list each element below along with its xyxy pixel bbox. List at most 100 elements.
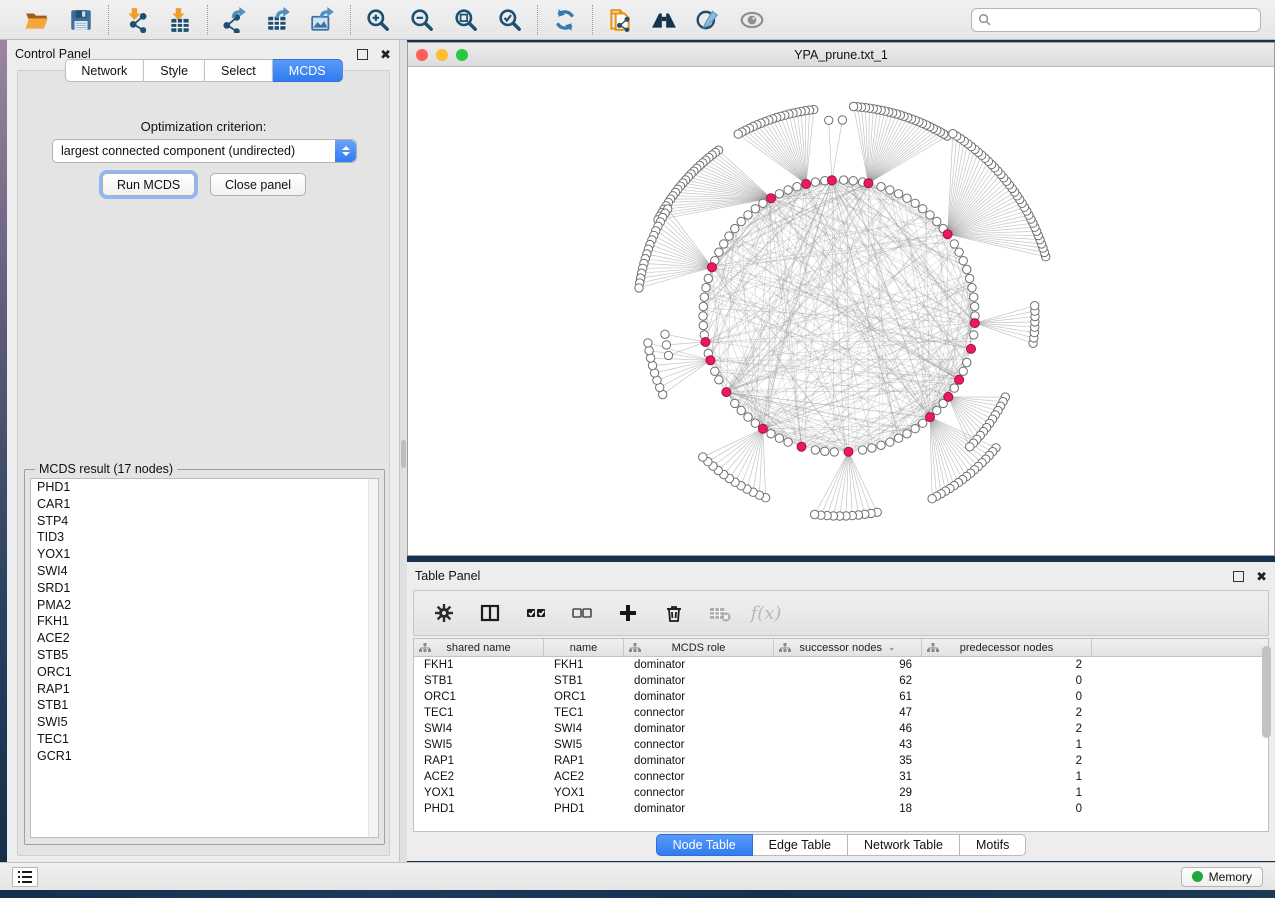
table-cell: YOX1 <box>414 787 544 799</box>
mcds-result-item[interactable]: SWI5 <box>31 714 378 731</box>
mcds-result-item[interactable]: STB1 <box>31 697 378 714</box>
column-header-MCDS-role[interactable]: MCDS role <box>624 639 774 656</box>
delete-table-icon[interactable] <box>708 601 732 625</box>
table-row[interactable]: STB1STB1dominator620 <box>414 673 1268 689</box>
table-row[interactable]: PHD1PHD1dominator180 <box>414 801 1268 817</box>
column-header-predecessor-nodes[interactable]: predecessor nodes <box>922 639 1092 656</box>
import-table-icon[interactable] <box>166 6 194 34</box>
network-graph-canvas[interactable] <box>408 67 1274 555</box>
mcds-result-scrollbar[interactable] <box>368 479 378 837</box>
column-tree-icon <box>629 643 641 653</box>
node-table[interactable]: shared namename MCDS role successor node… <box>413 638 1269 832</box>
table-cell: 2 <box>922 659 1092 671</box>
tab-node-table[interactable]: Node Table <box>656 834 753 856</box>
table-scrollbar[interactable] <box>1261 642 1272 828</box>
zoom-selected-icon[interactable] <box>496 6 524 34</box>
table-cell: SWI5 <box>414 739 544 751</box>
optimization-criterion-select[interactable]: largest connected component (undirected) <box>52 139 357 163</box>
tab-network[interactable]: Network <box>64 59 144 82</box>
search-input[interactable] <box>992 13 1254 27</box>
close-table-panel-icon[interactable]: ✖ <box>1256 570 1267 583</box>
table-row[interactable]: ORC1ORC1dominator610 <box>414 689 1268 705</box>
function-builder-icon[interactable]: f(x) <box>754 601 778 625</box>
mcds-result-item[interactable]: TID3 <box>31 529 378 546</box>
table-row[interactable]: FKH1FKH1dominator962 <box>414 657 1268 673</box>
table-row[interactable]: SWI5SWI5connector431 <box>414 737 1268 753</box>
control-panel: Control Panel ✖ NetworkStyleSelectMCDS O… <box>7 40 400 862</box>
table-cell: 2 <box>922 707 1092 719</box>
float-window-icon[interactable] <box>357 49 368 60</box>
vizmapper-icon[interactable] <box>694 6 722 34</box>
zoom-out-icon[interactable] <box>408 6 436 34</box>
run-mcds-button[interactable]: Run MCDS <box>102 173 195 196</box>
table-row[interactable]: SWI4SWI4dominator462 <box>414 721 1268 737</box>
table-cell: dominator <box>624 691 774 703</box>
mcds-result-item[interactable]: PMA2 <box>31 597 378 614</box>
mcds-result-item[interactable]: SWI4 <box>31 563 378 580</box>
table-cell: 62 <box>774 675 922 687</box>
mcds-result-item[interactable]: ACE2 <box>31 630 378 647</box>
table-row[interactable]: ACE2ACE2connector311 <box>414 769 1268 785</box>
table-cell: 35 <box>774 755 922 767</box>
close-panel-button[interactable]: Close panel <box>210 173 306 196</box>
show-columns-icon[interactable] <box>478 601 502 625</box>
settings-gear-icon[interactable] <box>432 601 456 625</box>
export-table-icon[interactable] <box>265 6 293 34</box>
memory-button[interactable]: Memory <box>1181 867 1263 887</box>
zoom-fit-icon[interactable] <box>452 6 480 34</box>
mcds-result-item[interactable]: PHD1 <box>31 479 378 496</box>
mcds-result-item[interactable]: STB5 <box>31 647 378 664</box>
column-header-name[interactable]: name <box>544 639 624 656</box>
add-column-icon[interactable] <box>616 601 640 625</box>
refresh-network-icon[interactable] <box>551 6 579 34</box>
mcds-result-item[interactable]: STP4 <box>31 513 378 530</box>
tab-edge-table[interactable]: Edge Table <box>753 834 848 856</box>
select-all-checkboxes-icon[interactable] <box>524 601 548 625</box>
tab-motifs[interactable]: Motifs <box>960 834 1026 856</box>
table-cell: 0 <box>922 675 1092 687</box>
tab-style[interactable]: Style <box>144 59 205 82</box>
sort-descending-icon: ⌄ <box>888 642 896 653</box>
search-box[interactable] <box>971 8 1261 32</box>
mcds-tab-content: NetworkStyleSelectMCDS Optimization crit… <box>17 70 390 856</box>
table-cell: 1 <box>922 771 1092 783</box>
save-session-icon[interactable] <box>67 6 95 34</box>
task-history-button[interactable] <box>12 867 38 887</box>
delete-column-icon[interactable] <box>662 601 686 625</box>
zoom-in-icon[interactable] <box>364 6 392 34</box>
tab-select[interactable]: Select <box>205 59 273 82</box>
mcds-result-item[interactable]: SRD1 <box>31 580 378 597</box>
table-cell: TEC1 <box>544 707 624 719</box>
table-row[interactable]: YOX1YOX1connector291 <box>414 785 1268 801</box>
export-network-icon[interactable] <box>221 6 249 34</box>
table-row[interactable]: RAP1RAP1dominator352 <box>414 753 1268 769</box>
list-icon <box>17 870 33 884</box>
splitter-handle[interactable] <box>401 440 406 468</box>
mcds-result-item[interactable]: FKH1 <box>31 613 378 630</box>
network-window-titlebar[interactable]: YPA_prune.txt_1 <box>408 43 1274 67</box>
mcds-result-list[interactable]: PHD1CAR1STP4TID3YOX1SWI4SRD1PMA2FKH1ACE2… <box>30 478 379 838</box>
table-row[interactable]: TEC1TEC1connector472 <box>414 705 1268 721</box>
open-file-icon[interactable] <box>23 6 51 34</box>
column-header-shared-name[interactable]: shared name <box>414 639 544 656</box>
show-graphics-details-icon[interactable] <box>738 6 766 34</box>
deselect-all-checkboxes-icon[interactable] <box>570 601 594 625</box>
mcds-result-item[interactable]: TEC1 <box>31 731 378 748</box>
table-cell: 18 <box>774 803 922 815</box>
mcds-result-item[interactable]: YOX1 <box>31 546 378 563</box>
mcds-result-item[interactable]: RAP1 <box>31 681 378 698</box>
network-from-selection-icon[interactable] <box>606 6 634 34</box>
mcds-result-item[interactable]: GCR1 <box>31 748 378 765</box>
close-panel-icon[interactable]: ✖ <box>380 48 391 61</box>
import-network-icon[interactable] <box>122 6 150 34</box>
column-header-successor-nodes[interactable]: successor nodes⌄ <box>774 639 922 656</box>
mcds-result-item[interactable]: CAR1 <box>31 496 378 513</box>
float-table-panel-icon[interactable] <box>1233 571 1244 582</box>
tab-network-table[interactable]: Network Table <box>848 834 960 856</box>
table-cell: dominator <box>624 675 774 687</box>
control-panel-tabs: NetworkStyleSelectMCDS <box>64 59 342 82</box>
export-image-icon[interactable] <box>309 6 337 34</box>
mcds-result-item[interactable]: ORC1 <box>31 664 378 681</box>
search-all-networks-icon[interactable] <box>650 6 678 34</box>
tab-mcds[interactable]: MCDS <box>273 59 343 82</box>
